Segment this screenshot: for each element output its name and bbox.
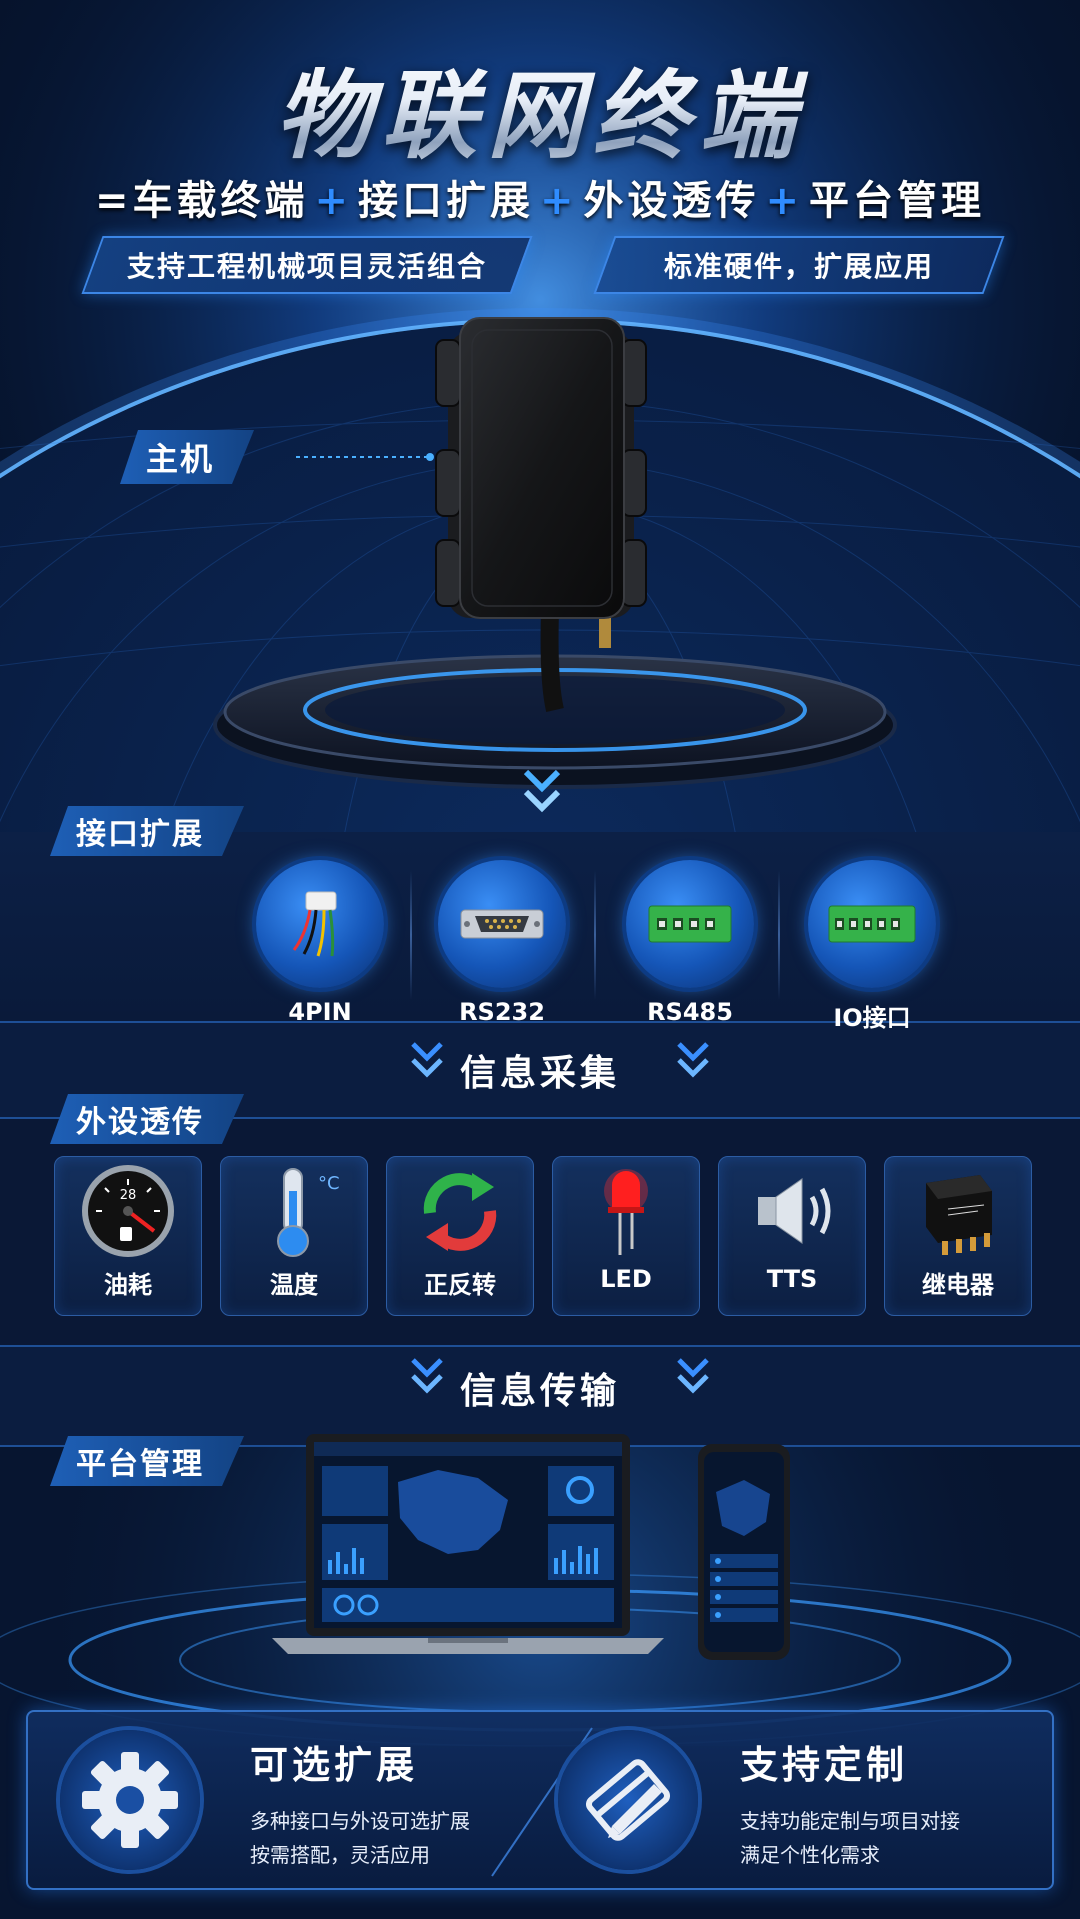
chevron-down-icon bbox=[677, 1358, 709, 1394]
features-panel: 可选扩展 多种接口与外设可选扩展 按需搭配，灵活应用 支持定制 支持功能定制与项… bbox=[26, 1710, 1054, 1890]
peripheral-card-temperature: °C 温度 bbox=[220, 1156, 368, 1316]
info-collect-heading: 信息采集 bbox=[459, 1053, 620, 1094]
platform-management-label: 平台管理 bbox=[50, 1436, 244, 1486]
divider bbox=[410, 870, 412, 1000]
relay-icon bbox=[885, 1157, 1031, 1265]
peripheral-label: 正反转 bbox=[424, 1271, 496, 1299]
gauge-value: 28 bbox=[120, 1188, 137, 1203]
tag-text: 支持工程机械项目灵活组合 bbox=[126, 250, 487, 283]
tag-flexible-combination: 支持工程机械项目灵活组合 bbox=[81, 236, 533, 294]
temperature-unit: °C bbox=[318, 1173, 340, 1194]
tag-text: 标准硬件，扩展应用 bbox=[663, 250, 934, 283]
tag-standard-hardware: 标准硬件，扩展应用 bbox=[593, 236, 1005, 294]
interface-label: RS485 bbox=[647, 998, 733, 1026]
host-device-image bbox=[213, 317, 897, 789]
speaker-icon bbox=[719, 1157, 865, 1265]
rotation-arrows-icon bbox=[387, 1157, 533, 1265]
peripheral-label: LED bbox=[600, 1265, 652, 1293]
peripheral-label: TTS bbox=[766, 1265, 818, 1293]
peripheral-passthrough-label: 外设透传 bbox=[50, 1094, 244, 1144]
subtitle-prefix: =车载终端 bbox=[94, 178, 309, 224]
interface-4pin: 4PIN bbox=[240, 860, 400, 1026]
laptop-dashboard-image bbox=[272, 1434, 664, 1654]
green-terminal-block-icon bbox=[626, 860, 754, 988]
feature-desc-line: 满足个性化需求 bbox=[740, 1843, 880, 1867]
divider bbox=[594, 870, 596, 1000]
red-led-icon bbox=[553, 1157, 699, 1265]
peripheral-label: 温度 bbox=[270, 1271, 318, 1299]
custom-card-icon bbox=[558, 1730, 698, 1870]
interface-rs232: RS232 bbox=[422, 860, 582, 1026]
feature-description: 多种接口与外设可选扩展 按需搭配，灵活应用 bbox=[250, 1804, 470, 1872]
peripheral-label: 油耗 bbox=[104, 1271, 152, 1299]
page-title: 物联网终端 bbox=[0, 38, 1080, 177]
chevron-down-icon bbox=[523, 769, 561, 813]
feature-desc-line: 按需搭配，灵活应用 bbox=[250, 1843, 430, 1867]
feature-title: 支持定制 bbox=[740, 1743, 909, 1787]
peripheral-card-relay: 继电器 bbox=[884, 1156, 1032, 1316]
db9-serial-port-icon bbox=[438, 860, 566, 988]
info-transfer-heading: 信息传输 bbox=[459, 1371, 620, 1412]
divider bbox=[778, 870, 780, 1000]
feature-desc-line: 支持功能定制与项目对接 bbox=[740, 1809, 960, 1833]
interface-rs485: RS485 bbox=[610, 860, 770, 1026]
plus-icon: + bbox=[540, 178, 578, 224]
subtitle: =车载终端 + 接口扩展 + 外设透传 + 平台管理 bbox=[0, 168, 1080, 226]
peripheral-label: 继电器 bbox=[922, 1271, 994, 1299]
subtitle-part-2: 外设透传 bbox=[583, 178, 760, 224]
fuel-gauge-icon: 28 bbox=[55, 1157, 201, 1265]
chevron-down-icon bbox=[677, 1042, 709, 1078]
interface-label: 4PIN bbox=[288, 998, 352, 1026]
peripheral-card-rotation: 正反转 bbox=[386, 1156, 534, 1316]
phone-app-image bbox=[698, 1444, 790, 1660]
interface-io: IO接口 bbox=[792, 860, 952, 1033]
subtitle-part-1: 接口扩展 bbox=[358, 178, 534, 224]
interface-label: RS232 bbox=[459, 998, 545, 1026]
subtitle-part-3: 平台管理 bbox=[809, 178, 986, 224]
plus-icon: + bbox=[314, 178, 352, 224]
feature-description: 支持功能定制与项目对接 满足个性化需求 bbox=[740, 1804, 960, 1872]
interface-label: IO接口 bbox=[833, 1004, 911, 1032]
gear-icon bbox=[60, 1730, 200, 1870]
plus-icon: + bbox=[765, 178, 804, 224]
feature-desc-line: 多种接口与外设可选扩展 bbox=[250, 1809, 470, 1833]
interface-expansion-label: 接口扩展 bbox=[50, 806, 244, 856]
peripheral-card-led: LED bbox=[552, 1156, 700, 1316]
thermometer-icon: °C bbox=[221, 1157, 367, 1265]
peripheral-card-fuel: 28 油耗 bbox=[54, 1156, 202, 1316]
4pin-connector-icon bbox=[256, 860, 384, 988]
feature-title: 可选扩展 bbox=[250, 1743, 419, 1787]
green-terminal-block-icon bbox=[808, 860, 936, 988]
peripheral-card-tts: TTS bbox=[718, 1156, 866, 1316]
